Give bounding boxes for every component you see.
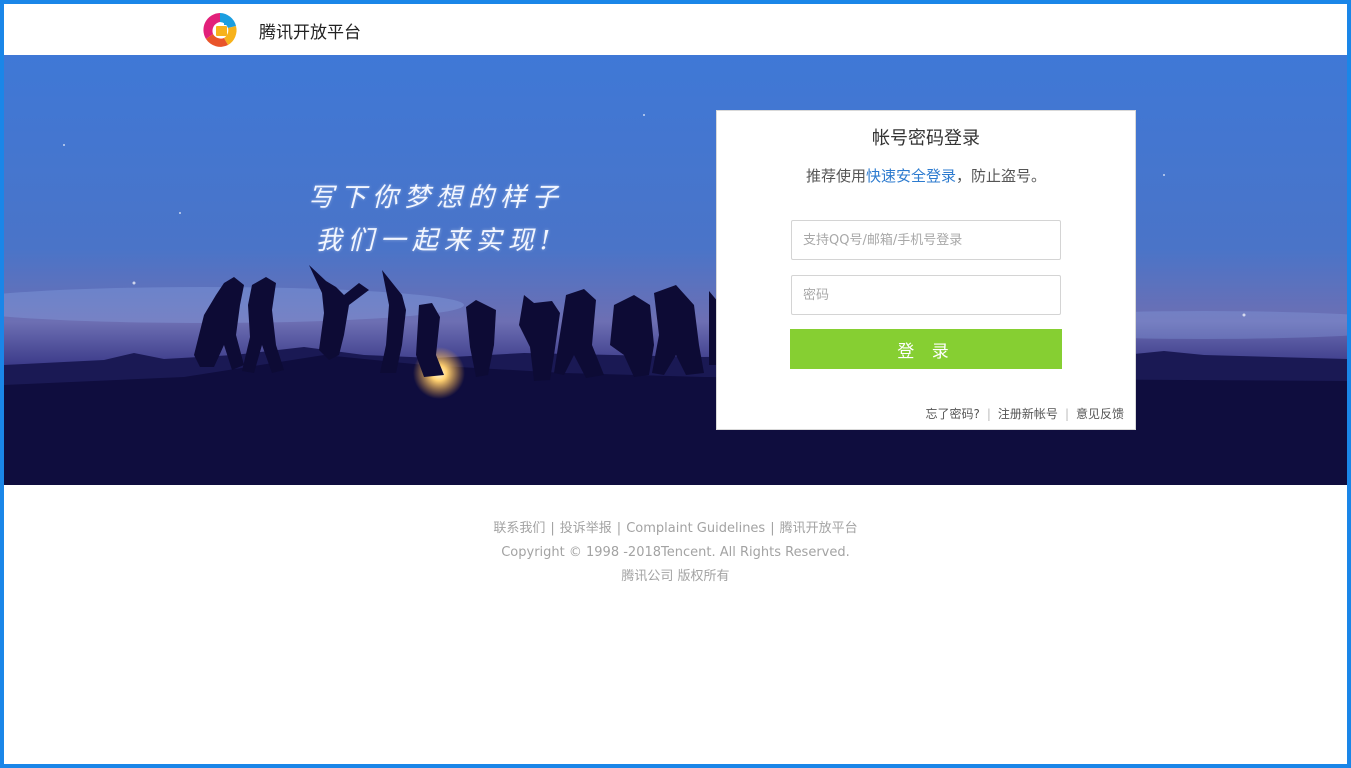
register-link[interactable]: 注册新帐号: [998, 407, 1058, 421]
footer-separator: |: [770, 521, 775, 536]
account-input[interactable]: [791, 220, 1061, 260]
login-tip-prefix: 推荐使用: [805, 167, 866, 185]
site-name[interactable]: 腾讯开放平台: [259, 18, 361, 43]
link-separator: |: [986, 407, 991, 421]
banner-image: [4, 55, 1347, 485]
login-tip: 推荐使用快速安全登录，防止盗号。: [717, 165, 1135, 186]
page-footer: 联系我们 | 投诉举报 | Complaint Guidelines | 腾讯开放平台 Co…: [4, 517, 1347, 589]
complaint-guidelines-link[interactable]: Complaint Guidelines: [626, 521, 765, 536]
password-input[interactable]: [791, 275, 1061, 315]
slogan-line-2: 我们一起来实现!: [315, 226, 557, 256]
company-rights-text: 腾讯公司 版权所有: [621, 569, 730, 584]
open-platform-link[interactable]: 腾讯开放平台: [780, 521, 858, 536]
tencent-logo-icon[interactable]: [200, 10, 240, 50]
login-title: 帐号密码登录: [872, 128, 980, 149]
quick-login-link[interactable]: 快速安全登录: [866, 167, 956, 185]
slogan-line-1: 写下你梦想的样子: [307, 183, 564, 213]
feedback-link[interactable]: 意见反馈: [1076, 407, 1124, 421]
page-header: 腾讯开放平台: [4, 4, 1347, 55]
contact-us-link[interactable]: 联系我们: [493, 521, 545, 536]
footer-links: 联系我们 | 投诉举报 | Complaint Guidelines | 腾讯开放平台: [4, 517, 1347, 541]
link-separator: |: [1064, 407, 1069, 421]
login-button[interactable]: 登 录: [790, 329, 1062, 369]
login-panel: 帐号密码登录 推荐使用快速安全登录，防止盗号。 登 录 忘了密码? | 注册新帐号 |…: [716, 110, 1136, 430]
login-tip-suffix: ，防止盗号。: [956, 167, 1047, 185]
login-links: 忘了密码? | 注册新帐号 | 意见反馈: [926, 405, 1125, 422]
copyright-text: Copyright © 1998 -2018Tencent. All Right…: [501, 545, 850, 560]
hero-banner: 写下你梦想的样子 我们一起来实现!: [4, 55, 1347, 485]
forgot-password-link[interactable]: 忘了密码?: [926, 407, 980, 421]
report-link[interactable]: 投诉举报: [560, 521, 612, 536]
banner-slogan: 写下你梦想的样子 我们一起来实现!: [296, 177, 576, 263]
footer-separator: |: [550, 521, 555, 536]
footer-separator: |: [616, 521, 622, 536]
